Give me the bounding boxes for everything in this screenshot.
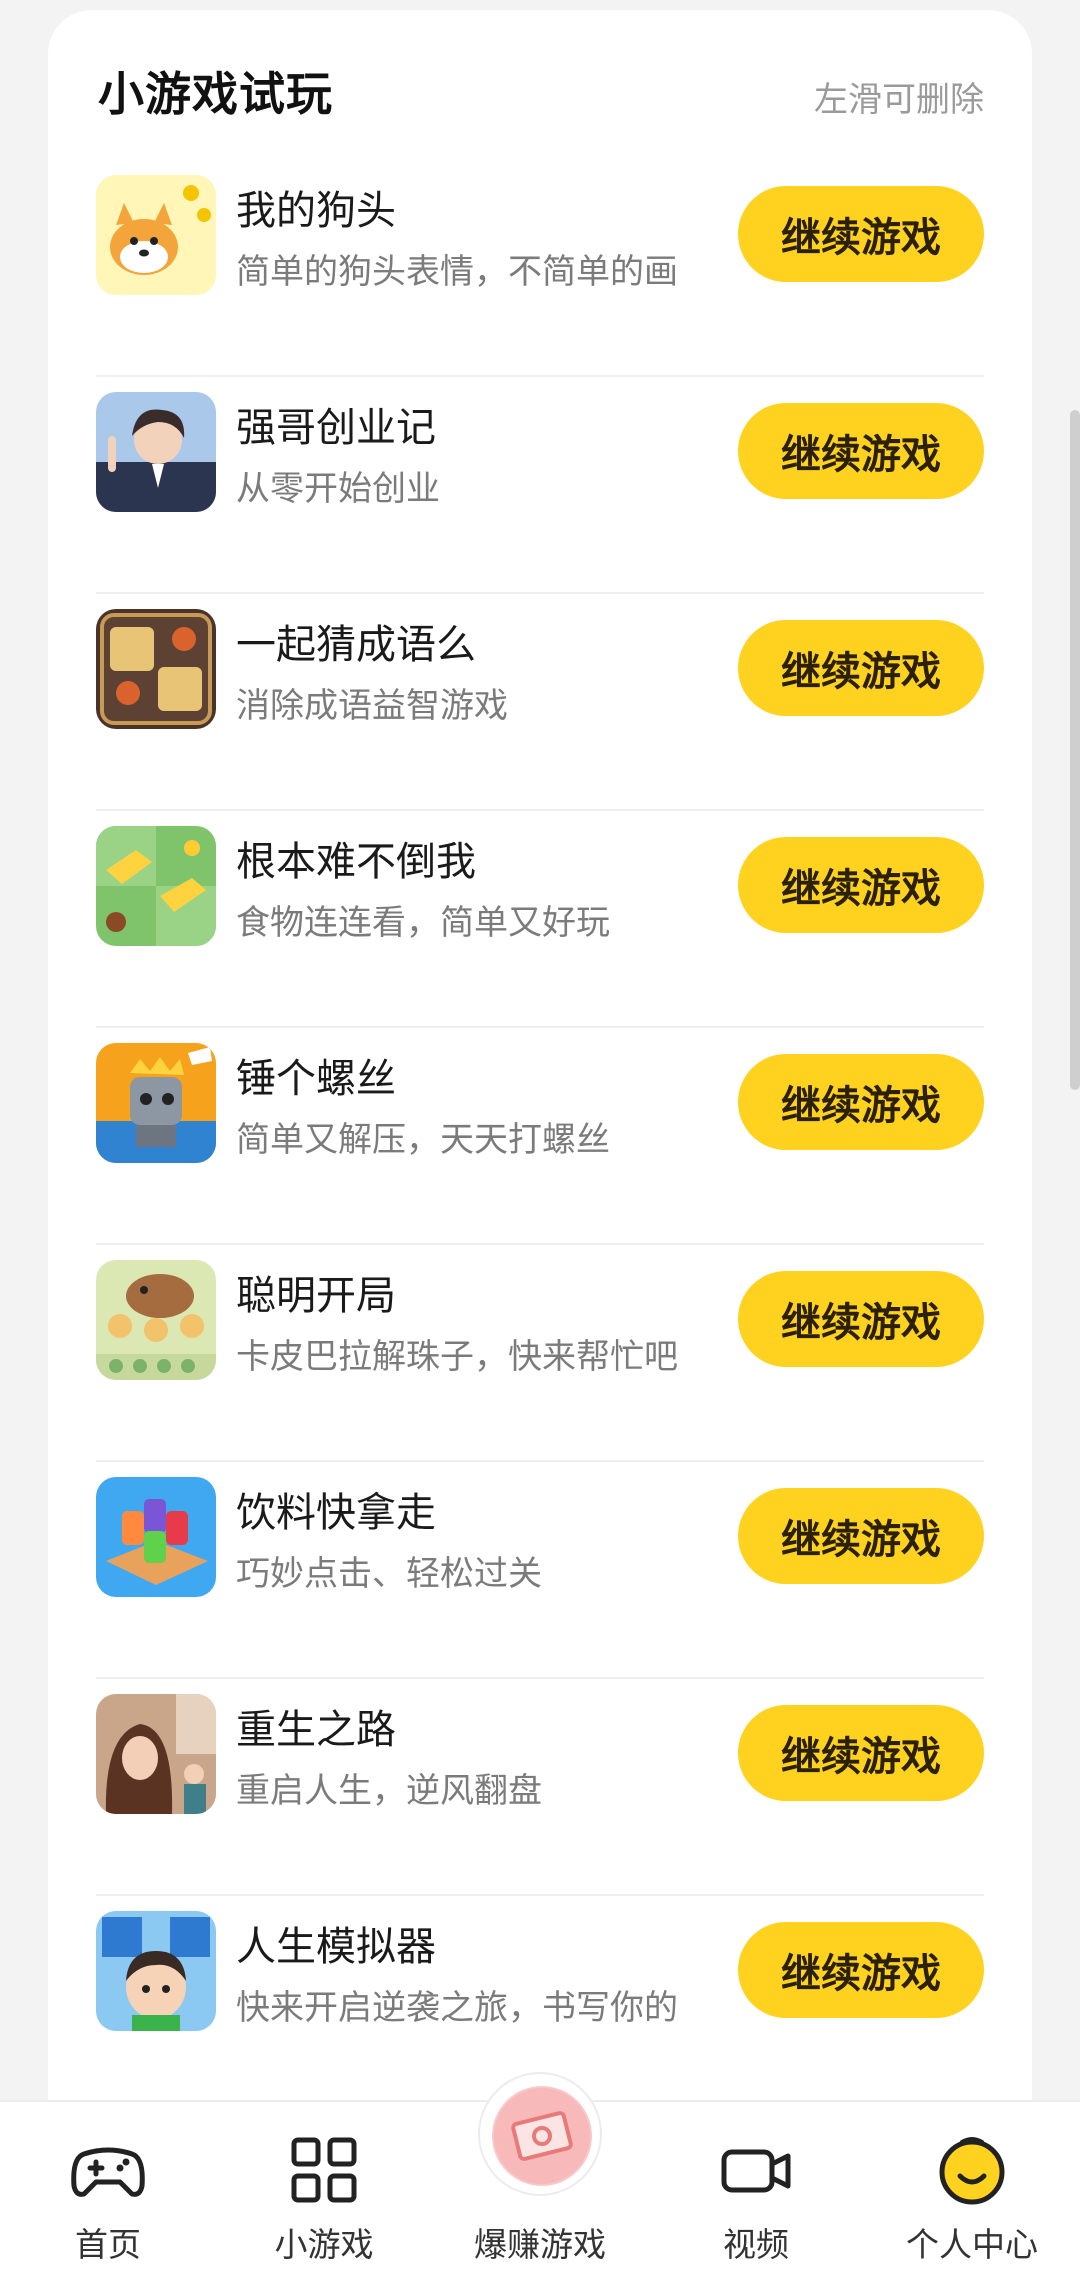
game-row[interactable]: 强哥创业记 从零开始创业 继续游戏 [48, 377, 1032, 594]
game-description: 重启人生，逆风翻盘 [236, 1771, 542, 1811]
earn-games-bubble[interactable] [478, 2072, 602, 2196]
nav-label: 视频 [723, 2225, 789, 2264]
nav-label: 爆赚游戏 [474, 2225, 606, 2264]
game-row[interactable]: 一起猜成语么 消除成语益智游戏 继续游戏 [48, 594, 1032, 811]
nav-item-profile[interactable]: 个人中心 [864, 2102, 1080, 2270]
nav-item-home[interactable]: 首页 [0, 2102, 216, 2270]
continue-game-button[interactable]: 继续游戏 [738, 837, 984, 933]
game-list: 我的狗头 简单的狗头表情，不简单的画 继续游戏 强哥创业记 从零开始创业 继续游… [48, 160, 1032, 2113]
game-name: 一起猜成语么 [236, 622, 476, 668]
continue-game-button[interactable]: 继续游戏 [738, 403, 984, 499]
screw-icon[interactable] [96, 1043, 216, 1163]
section-title: 小游戏试玩 [98, 67, 333, 121]
game-description: 卡皮巴拉解珠子，快来帮忙吧 [236, 1337, 678, 1377]
game-description: 简单的狗头表情，不简单的画 [236, 252, 678, 292]
gamepad-icon [68, 2130, 148, 2210]
game-row[interactable]: 重生之路 重启人生，逆风翻盘 继续游戏 [48, 1679, 1032, 1896]
bottom-nav: 首页 小游戏 爆赚游戏 视频 个人中心 [0, 2072, 1080, 2270]
game-name: 我的狗头 [236, 188, 396, 234]
continue-game-button[interactable]: 继续游戏 [738, 1705, 984, 1801]
continue-game-button[interactable]: 继续游戏 [738, 1271, 984, 1367]
continue-game-button[interactable]: 继续游戏 [738, 1922, 984, 2018]
nav-item-video[interactable]: 视频 [648, 2102, 864, 2270]
businessman-icon[interactable] [96, 392, 216, 512]
game-name: 饮料快拿走 [236, 1490, 436, 1536]
nav-label: 个人中心 [906, 2225, 1038, 2264]
game-row[interactable]: 我的狗头 简单的狗头表情，不简单的画 继续游戏 [48, 160, 1032, 377]
game-description: 食物连连看，简单又好玩 [236, 903, 610, 943]
card-header: 小游戏试玩 左滑可删除 [48, 10, 1032, 160]
game-description: 简单又解压，天天打螺丝 [236, 1120, 610, 1160]
cheese-icon[interactable] [96, 826, 216, 946]
rebirth-icon[interactable] [96, 1694, 216, 1814]
life-sim-icon[interactable] [96, 1911, 216, 2031]
app-screen: 小游戏试玩 左滑可删除 我的狗头 简单的狗头表情，不简单的画 继续游戏 强哥创业… [0, 0, 1080, 2270]
game-name: 重生之路 [236, 1707, 396, 1753]
game-description: 从零开始创业 [236, 469, 440, 509]
continue-game-button[interactable]: 继续游戏 [738, 186, 984, 282]
game-name: 人生模拟器 [236, 1924, 436, 1970]
video-icon [716, 2130, 796, 2210]
game-row[interactable]: 聪明开局 卡皮巴拉解珠子，快来帮忙吧 继续游戏 [48, 1245, 1032, 1462]
game-description: 巧妙点击、轻松过关 [236, 1554, 542, 1594]
mini-games-card: 小游戏试玩 左滑可删除 我的狗头 简单的狗头表情，不简单的画 继续游戏 强哥创业… [48, 10, 1032, 2160]
game-name: 聪明开局 [236, 1273, 396, 1319]
idiom-icon[interactable] [96, 609, 216, 729]
continue-game-button[interactable]: 继续游戏 [738, 1488, 984, 1584]
money-icon [492, 2086, 592, 2186]
game-name: 根本难不倒我 [236, 839, 476, 885]
game-row[interactable]: 锤个螺丝 简单又解压，天天打螺丝 继续游戏 [48, 1028, 1032, 1245]
scrollbar[interactable] [1070, 410, 1080, 1090]
grid-icon [284, 2130, 364, 2210]
capybara-icon[interactable] [96, 1260, 216, 1380]
nav-item-mini-games[interactable]: 小游戏 [216, 2102, 432, 2270]
doge-icon[interactable] [96, 175, 216, 295]
game-name: 强哥创业记 [236, 405, 436, 451]
nav-label: 首页 [75, 2225, 141, 2264]
continue-game-button[interactable]: 继续游戏 [738, 620, 984, 716]
game-name: 锤个螺丝 [236, 1056, 396, 1102]
drinks-icon[interactable] [96, 1477, 216, 1597]
game-row[interactable]: 饮料快拿走 巧妙点击、轻松过关 继续游戏 [48, 1462, 1032, 1679]
continue-game-button[interactable]: 继续游戏 [738, 1054, 984, 1150]
swipe-delete-hint: 左滑可删除 [814, 80, 984, 120]
game-description: 快来开启逆袭之旅，书写你的 [236, 1988, 678, 2028]
game-row[interactable]: 根本难不倒我 食物连连看，简单又好玩 继续游戏 [48, 811, 1032, 1028]
nav-label: 小游戏 [274, 2225, 374, 2264]
profile-icon [932, 2130, 1012, 2210]
game-description: 消除成语益智游戏 [236, 686, 508, 726]
